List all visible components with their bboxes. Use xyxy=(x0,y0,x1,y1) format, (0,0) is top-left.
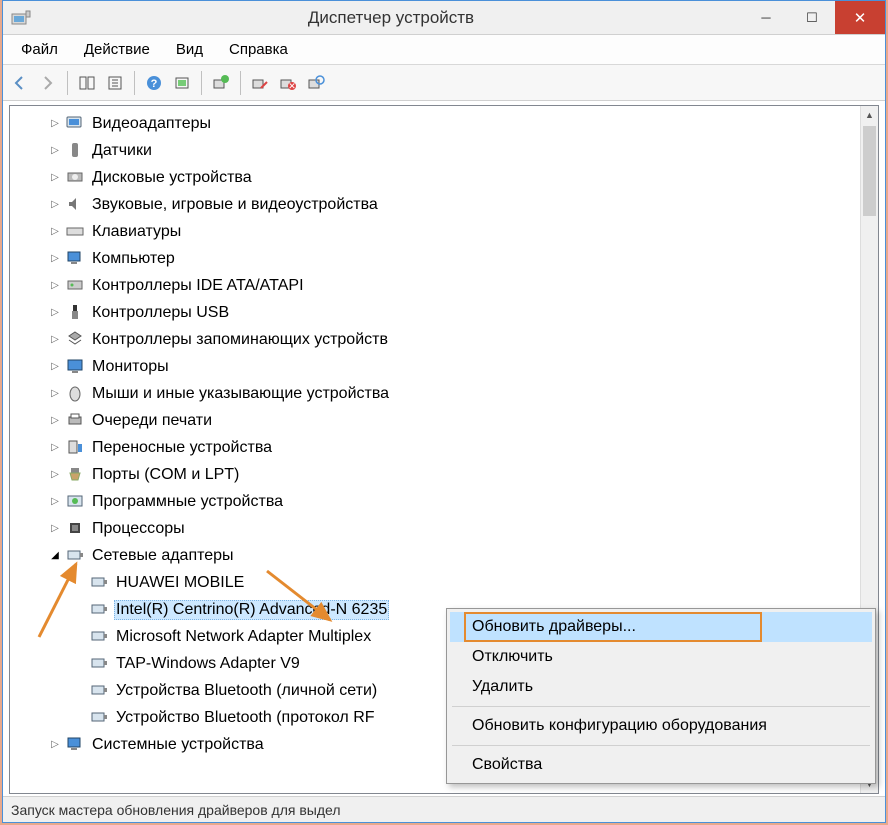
back-button[interactable] xyxy=(7,70,33,96)
properties-button[interactable] xyxy=(102,70,128,96)
expander-icon[interactable]: ▷ xyxy=(48,171,62,185)
display-adapter-icon xyxy=(66,114,86,134)
tree-node-usb[interactable]: ▷ Контроллеры USB xyxy=(10,299,860,326)
storage-controller-icon xyxy=(66,330,86,350)
tree-node-huawei[interactable]: HUAWEI MOBILE xyxy=(10,569,860,596)
disable-device-button[interactable] xyxy=(247,70,273,96)
portable-device-icon xyxy=(66,438,86,458)
close-button[interactable]: ✕ xyxy=(835,1,885,34)
titlebar: Диспетчер устройств ─ ☐ ✕ xyxy=(3,1,885,35)
svg-text:✕: ✕ xyxy=(288,81,296,91)
svg-text:?: ? xyxy=(151,78,158,90)
network-adapter-icon xyxy=(90,681,110,701)
keyboard-icon xyxy=(66,222,86,242)
scan-button[interactable] xyxy=(169,70,195,96)
tree-node-print-queues[interactable]: ▷ Очереди печати xyxy=(10,407,860,434)
expander-icon[interactable]: ▷ xyxy=(48,522,62,536)
expander-icon[interactable]: ▷ xyxy=(48,360,62,374)
printer-icon xyxy=(66,411,86,431)
maximize-button[interactable]: ☐ xyxy=(789,1,835,34)
expander-icon[interactable]: ▷ xyxy=(48,387,62,401)
window-title: Диспетчер устройств xyxy=(39,8,743,28)
software-device-icon xyxy=(66,492,86,512)
processor-icon xyxy=(66,519,86,539)
tree-node-processors[interactable]: ▷ Процессоры xyxy=(10,515,860,542)
minimize-button[interactable]: ─ xyxy=(743,1,789,34)
network-adapter-icon xyxy=(90,627,110,647)
uninstall-button[interactable]: ✕ xyxy=(275,70,301,96)
expander-icon[interactable]: ▷ xyxy=(48,252,62,266)
ctx-separator xyxy=(452,706,870,707)
tree-node-sensors[interactable]: ▷ Датчики xyxy=(10,137,860,164)
scrollbar-thumb[interactable] xyxy=(863,126,876,216)
menu-file[interactable]: Файл xyxy=(9,37,70,62)
expander-icon[interactable]: ▷ xyxy=(48,306,62,320)
expander-icon[interactable]: ◢ xyxy=(48,549,62,563)
computer-icon xyxy=(66,249,86,269)
scroll-up-icon[interactable]: ▲ xyxy=(861,106,878,124)
monitor-icon xyxy=(66,357,86,377)
tree-node-disk-drives[interactable]: ▷ Дисковые устройства xyxy=(10,164,860,191)
expander-icon[interactable]: ▷ xyxy=(48,441,62,455)
network-adapter-icon xyxy=(90,573,110,593)
ctx-disable[interactable]: Отключить xyxy=(450,642,872,672)
tree-node-sound[interactable]: ▷ Звуковые, игровые и видеоустройства xyxy=(10,191,860,218)
scan-hardware-button[interactable] xyxy=(303,70,329,96)
app-icon xyxy=(11,10,31,26)
sensor-icon xyxy=(66,141,86,161)
tree-node-ports[interactable]: ▷ Порты (COM и LPT) xyxy=(10,461,860,488)
system-device-icon xyxy=(66,735,86,755)
expander-icon[interactable]: ▷ xyxy=(48,225,62,239)
expander-icon[interactable]: ▷ xyxy=(48,117,62,131)
ctx-properties[interactable]: Свойства xyxy=(450,750,872,780)
expander-icon[interactable]: ▷ xyxy=(48,468,62,482)
help-button[interactable]: ? xyxy=(141,70,167,96)
port-icon xyxy=(66,465,86,485)
toolbar: ? ✕ xyxy=(3,65,885,101)
sound-icon xyxy=(66,195,86,215)
tree-node-software-devices[interactable]: ▷ Программные устройства xyxy=(10,488,860,515)
disk-icon xyxy=(66,168,86,188)
tree-node-portable[interactable]: ▷ Переносные устройства xyxy=(10,434,860,461)
network-adapter-icon xyxy=(66,546,86,566)
tree-node-network-adapters[interactable]: ◢ Сетевые адаптеры xyxy=(10,542,860,569)
show-hide-console-button[interactable] xyxy=(74,70,100,96)
update-driver-button[interactable] xyxy=(208,70,234,96)
tree-node-storage[interactable]: ▷ Контроллеры запоминающих устройств xyxy=(10,326,860,353)
mouse-icon xyxy=(66,384,86,404)
expander-icon[interactable]: ▷ xyxy=(48,333,62,347)
context-menu: Обновить драйверы... Отключить Удалить О… xyxy=(446,608,876,784)
expander-icon[interactable]: ▷ xyxy=(48,198,62,212)
tree-node-video-adapters[interactable]: ▷ Видеоадаптеры xyxy=(10,110,860,137)
expander-icon[interactable]: ▷ xyxy=(48,738,62,752)
menu-action[interactable]: Действие xyxy=(72,37,162,62)
network-adapter-icon xyxy=(90,708,110,728)
ide-controller-icon xyxy=(66,276,86,296)
ctx-update-drivers[interactable]: Обновить драйверы... xyxy=(450,612,872,642)
expander-icon[interactable]: ▷ xyxy=(48,144,62,158)
menu-help[interactable]: Справка xyxy=(217,37,300,62)
expander-icon[interactable]: ▷ xyxy=(48,279,62,293)
expander-icon[interactable]: ▷ xyxy=(48,495,62,509)
menubar: Файл Действие Вид Справка xyxy=(3,35,885,65)
statusbar: Запуск мастера обновления драйверов для … xyxy=(3,796,885,822)
menu-view[interactable]: Вид xyxy=(164,37,215,62)
ctx-separator xyxy=(452,745,870,746)
forward-button[interactable] xyxy=(35,70,61,96)
usb-icon xyxy=(66,303,86,323)
tree-node-mice[interactable]: ▷ Мыши и иные указывающие устройства xyxy=(10,380,860,407)
network-adapter-icon xyxy=(90,600,110,620)
network-adapter-icon xyxy=(90,654,110,674)
statusbar-text: Запуск мастера обновления драйверов для … xyxy=(11,802,341,818)
tree-node-computer[interactable]: ▷ Компьютер xyxy=(10,245,860,272)
expander-icon[interactable]: ▷ xyxy=(48,414,62,428)
tree-node-ide[interactable]: ▷ Контроллеры IDE ATA/ATAPI xyxy=(10,272,860,299)
ctx-scan[interactable]: Обновить конфигурацию оборудования xyxy=(450,711,872,741)
tree-node-keyboards[interactable]: ▷ Клавиатуры xyxy=(10,218,860,245)
ctx-uninstall[interactable]: Удалить xyxy=(450,672,872,702)
tree-node-monitors[interactable]: ▷ Мониторы xyxy=(10,353,860,380)
